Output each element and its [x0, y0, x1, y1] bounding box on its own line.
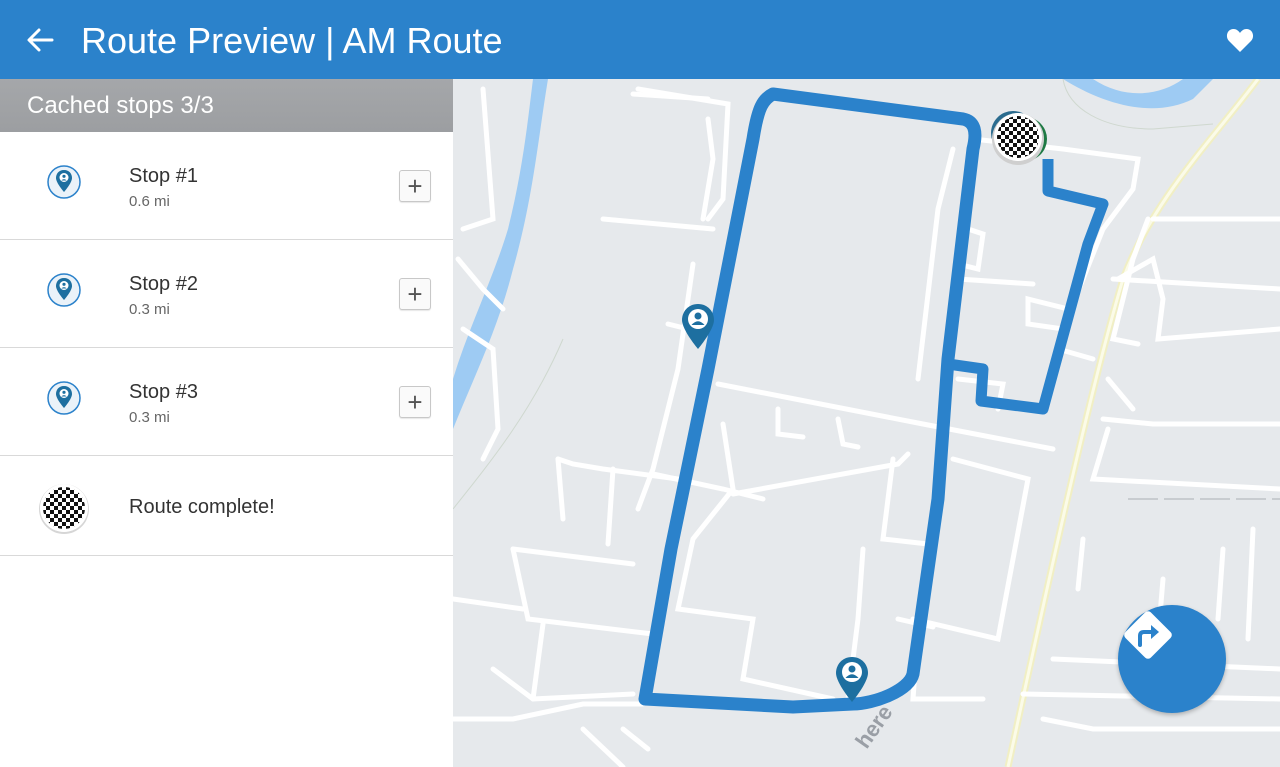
stop-distance: 0.6 mi — [129, 193, 170, 210]
app-bar: Route Preview | AM Route — [0, 0, 1280, 79]
turn-right-navigation-icon — [1124, 611, 1172, 659]
page-title: Route Preview | AM Route — [81, 20, 503, 61]
stop-name: Stop #3 — [129, 381, 198, 403]
stop-row-2[interactable]: Stop #2 0.3 mi + — [0, 240, 453, 348]
river — [1063, 79, 1213, 109]
add-stop-button[interactable]: + — [399, 278, 431, 310]
finish-marker[interactable] — [991, 111, 1047, 165]
favorite-button[interactable] — [1218, 18, 1262, 62]
arrow-left-icon — [27, 28, 54, 52]
heart-icon — [1226, 29, 1254, 52]
cached-stops-header: Cached stops 3/3 — [0, 79, 453, 132]
navigate-button[interactable] — [1118, 605, 1226, 713]
map-view[interactable]: here — [453, 79, 1280, 767]
checkered-flag-icon — [39, 484, 89, 534]
stop-name: Stop #2 — [129, 273, 198, 295]
stop-distance: 0.3 mi — [129, 409, 170, 426]
stops-panel: Cached stops 3/3 Stop #1 0.6 mi + Stop #… — [0, 79, 453, 767]
stop-name: Stop #1 — [129, 165, 198, 187]
stop-row-1[interactable]: Stop #1 0.6 mi + — [0, 132, 453, 240]
stop-pin-icon — [47, 273, 81, 307]
add-stop-button[interactable]: + — [399, 170, 431, 202]
stop-pin-icon — [47, 165, 81, 199]
route-complete-row[interactable]: Route complete! — [0, 456, 453, 556]
stop-row-3[interactable]: Stop #3 0.3 mi + — [0, 348, 453, 456]
stop-marker[interactable] — [836, 657, 868, 702]
add-stop-button[interactable]: + — [399, 386, 431, 418]
stop-distance: 0.3 mi — [129, 301, 170, 318]
back-button[interactable] — [18, 18, 62, 62]
route-complete-label: Route complete! — [129, 496, 275, 518]
river — [453, 79, 548, 429]
stop-pin-icon — [47, 381, 81, 415]
